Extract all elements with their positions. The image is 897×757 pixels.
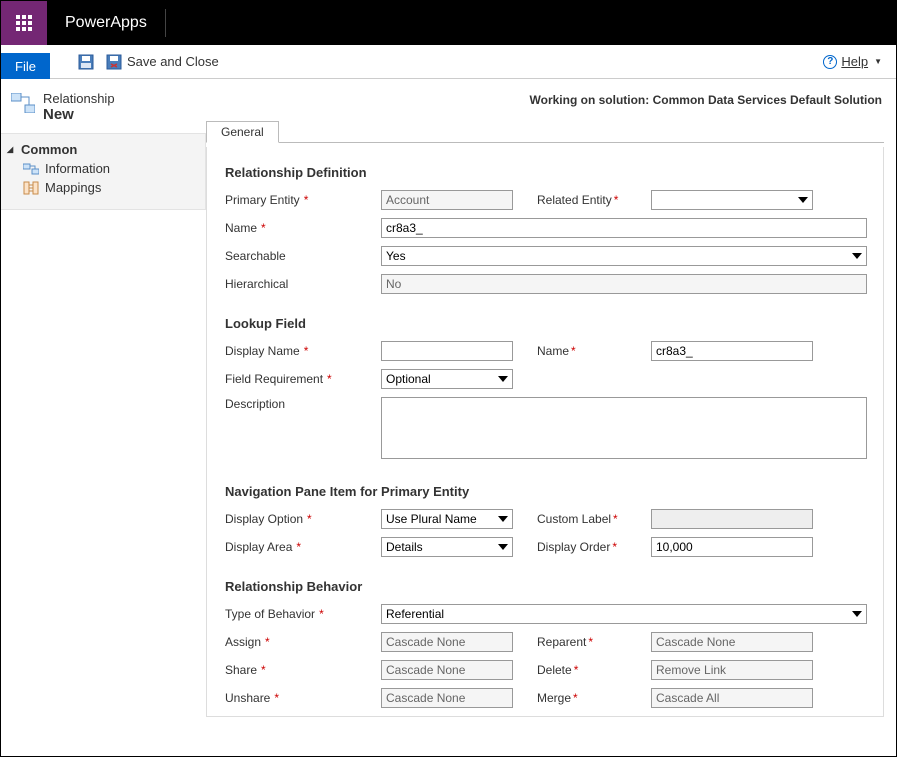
- right-column: Working on solution: Common Data Service…: [206, 79, 896, 756]
- label-name: Name*: [225, 221, 381, 235]
- label-hierarchical: Hierarchical: [225, 277, 381, 291]
- lookup-name-input[interactable]: [651, 341, 813, 361]
- label-reparent: Reparent*: [537, 635, 651, 649]
- type-of-behavior-select[interactable]: Referential: [381, 604, 867, 624]
- related-entity-select[interactable]: [651, 190, 813, 210]
- display-area-select[interactable]: Details: [381, 537, 513, 557]
- solution-name: Common Data Services Default Solution: [653, 93, 882, 107]
- sidebar-root-label: Common: [21, 142, 77, 157]
- label-field-requirement: Field Requirement*: [225, 372, 381, 386]
- chevron-down-icon: ▼: [874, 57, 882, 66]
- label-share: Share*: [225, 663, 381, 677]
- save-close-icon: [106, 54, 122, 70]
- top-header: PowerApps: [1, 1, 896, 45]
- mappings-icon: [23, 181, 39, 195]
- section-navigation-pane: Navigation Pane Item for Primary Entity: [225, 484, 867, 499]
- label-display-name: Display Name*: [225, 344, 381, 358]
- label-description: Description: [225, 397, 381, 411]
- collapse-icon: ◢: [7, 145, 15, 154]
- save-icon: [78, 54, 94, 70]
- label-primary-entity: Primary Entity*: [225, 193, 381, 207]
- label-assign: Assign*: [225, 635, 381, 649]
- help-button[interactable]: ? Help ▼: [823, 45, 896, 78]
- information-icon: [23, 162, 39, 176]
- help-label: Help: [841, 54, 868, 69]
- page-title-block: Relationship New: [1, 79, 206, 133]
- display-option-select[interactable]: Use Plural Name: [381, 509, 513, 529]
- file-button[interactable]: File: [1, 53, 50, 79]
- merge-select[interactable]: Cascade All: [651, 688, 813, 708]
- sidebar-root-common[interactable]: ◢ Common: [1, 140, 205, 159]
- name-input[interactable]: [381, 218, 867, 238]
- label-related-entity: Related Entity*: [537, 193, 651, 207]
- reparent-select[interactable]: Cascade None: [651, 632, 813, 652]
- label-display-order: Display Order*: [537, 540, 651, 554]
- delete-select[interactable]: Remove Link: [651, 660, 813, 680]
- content-area: Relationship New ◢ Common Information: [1, 79, 896, 756]
- label-custom-label: Custom Label*: [537, 512, 651, 526]
- share-select[interactable]: Cascade None: [381, 660, 513, 680]
- label-lookup-name: Name*: [537, 344, 651, 358]
- rollup-view-select[interactable]: Cascade None: [381, 716, 513, 717]
- display-name-input[interactable]: [381, 341, 513, 361]
- custom-label-input: [651, 509, 813, 529]
- label-unshare: Unshare*: [225, 691, 381, 705]
- primary-entity-select[interactable]: Account: [381, 190, 513, 210]
- left-column: Relationship New ◢ Common Information: [1, 79, 206, 756]
- section-lookup-field: Lookup Field: [225, 316, 867, 331]
- label-type-of-behavior: Type of Behavior*: [225, 607, 381, 621]
- section-relationship-behavior: Relationship Behavior: [225, 579, 867, 594]
- tab-general[interactable]: General: [206, 121, 279, 143]
- sidebar: ◢ Common Information Mappings: [1, 133, 206, 210]
- description-textarea[interactable]: [381, 397, 867, 459]
- brand-name: PowerApps: [47, 1, 165, 45]
- section-relationship-definition: Relationship Definition: [225, 165, 867, 180]
- sidebar-item-information[interactable]: Information: [1, 159, 205, 178]
- header-divider: [165, 9, 166, 37]
- save-and-close-label: Save and Close: [127, 54, 219, 69]
- sidebar-item-mappings[interactable]: Mappings: [1, 178, 205, 197]
- assign-select[interactable]: Cascade None: [381, 632, 513, 652]
- entity-type-label: Relationship: [43, 91, 115, 106]
- label-searchable: Searchable: [225, 249, 381, 263]
- label-merge: Merge*: [537, 691, 651, 705]
- sidebar-item-label: Information: [45, 161, 110, 176]
- label-display-area: Display Area*: [225, 540, 381, 554]
- relationship-icon: [11, 93, 35, 113]
- display-order-input[interactable]: [651, 537, 813, 557]
- searchable-select[interactable]: Yes: [381, 246, 867, 266]
- app-launcher-icon[interactable]: [1, 1, 47, 45]
- save-button[interactable]: [72, 45, 100, 78]
- solution-label: Working on solution: Common Data Service…: [206, 89, 884, 121]
- toolbar: File Save and Close ? Help ▼: [1, 45, 896, 79]
- tab-bar: General: [206, 121, 884, 143]
- label-delete: Delete*: [537, 663, 651, 677]
- unshare-select[interactable]: Cascade None: [381, 688, 513, 708]
- form-panel: Relationship Definition Primary Entity* …: [206, 147, 884, 717]
- solution-prefix: Working on solution:: [530, 93, 650, 107]
- save-and-close-button[interactable]: Save and Close: [100, 45, 225, 78]
- field-requirement-select[interactable]: Optional: [381, 369, 513, 389]
- hierarchical-select[interactable]: No: [381, 274, 867, 294]
- record-name: New: [43, 106, 115, 123]
- sidebar-item-label: Mappings: [45, 180, 101, 195]
- help-icon: ?: [823, 55, 837, 69]
- label-display-option: Display Option*: [225, 512, 381, 526]
